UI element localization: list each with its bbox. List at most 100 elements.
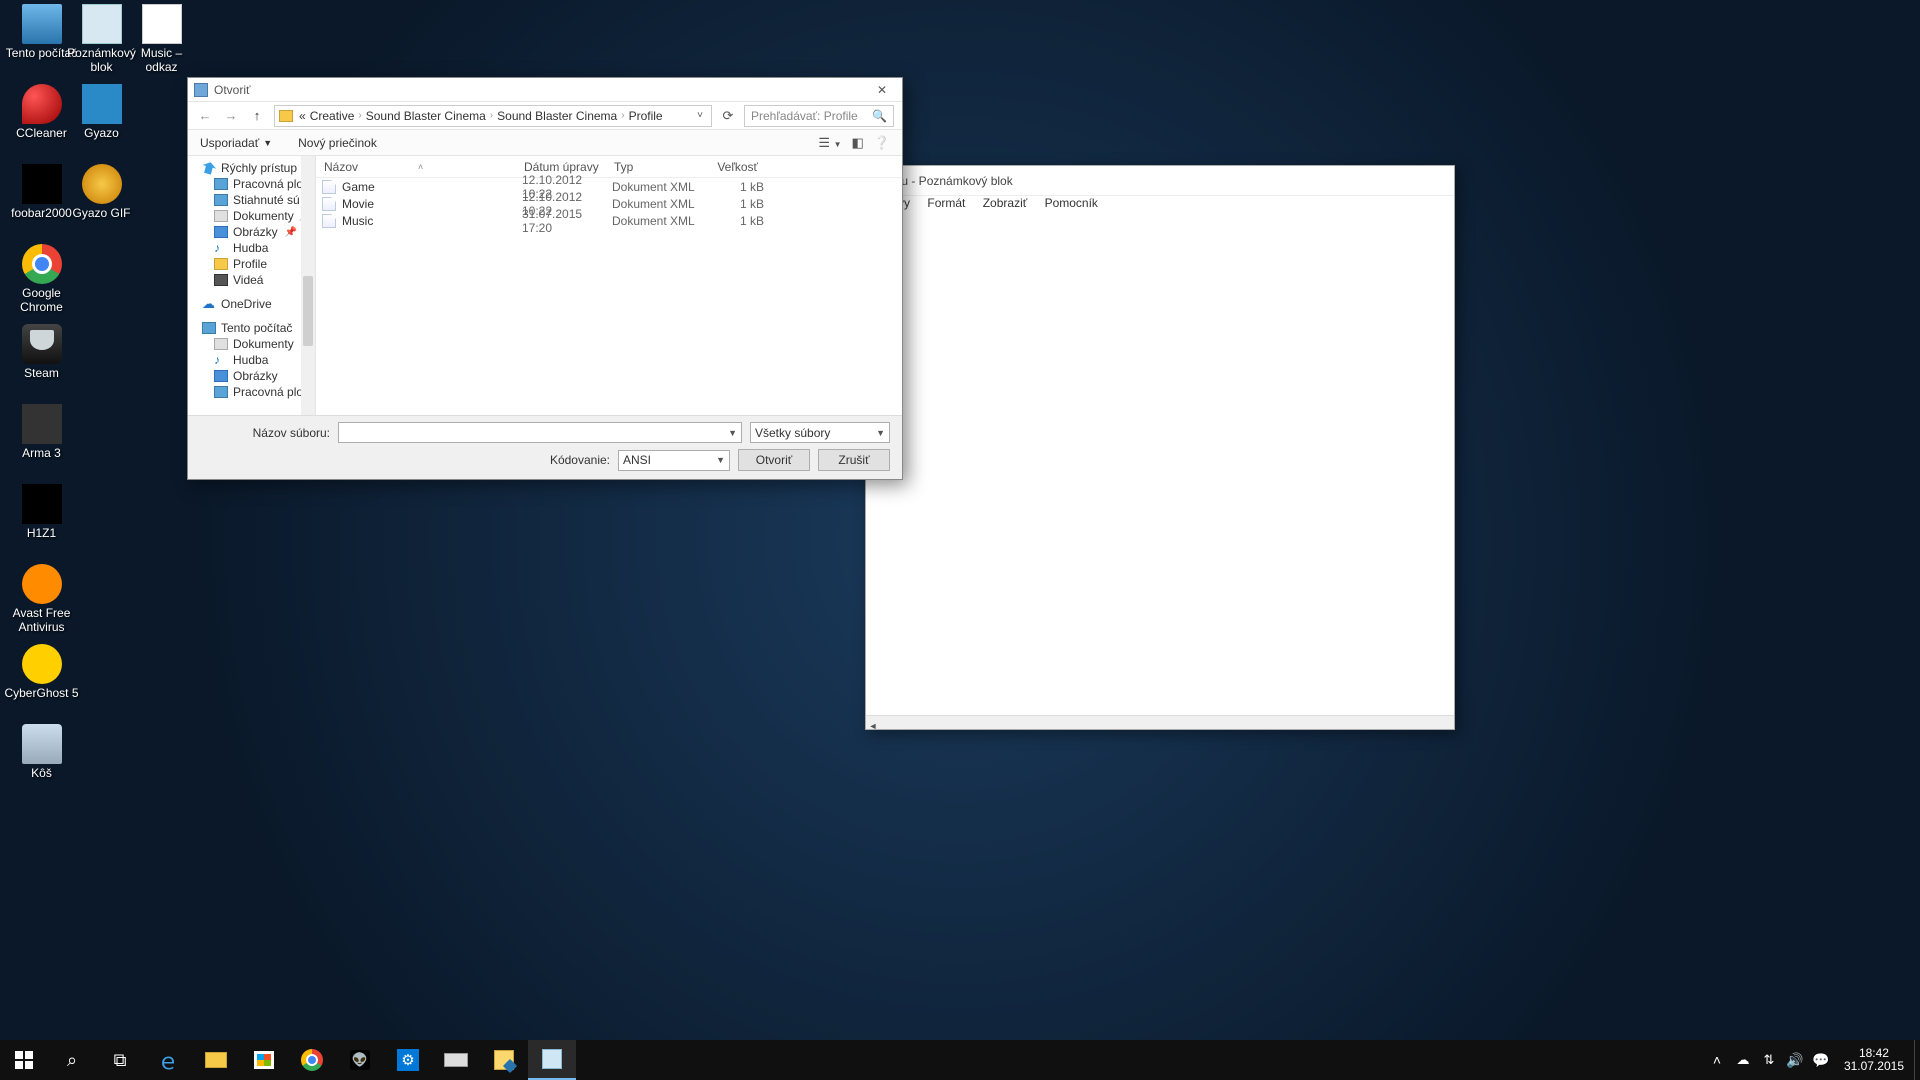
breadcrumb-seg-0[interactable]: «: [299, 109, 306, 123]
notepad-menu-format[interactable]: Formát: [927, 196, 965, 210]
desktop-icon-chrome[interactable]: Google Chrome: [4, 244, 79, 314]
desktop-icon-music-shortcut[interactable]: Music – odkaz: [124, 4, 199, 74]
organize-label: Usporiadať: [200, 136, 259, 150]
task-view-button[interactable]: ⧉: [96, 1040, 144, 1080]
desktop-icon-gyazo[interactable]: Gyazo: [64, 84, 139, 140]
desktop-icon-arma3[interactable]: Arma 3: [4, 404, 79, 460]
preview-pane-button[interactable]: ◧: [852, 135, 864, 151]
dialog-titlebar[interactable]: Otvoriť ✕: [188, 78, 902, 102]
tree-node[interactable]: ♪Hudba: [188, 352, 315, 368]
close-button[interactable]: ✕: [868, 83, 896, 97]
tray-action-center[interactable]: 💬: [1808, 1052, 1834, 1069]
breadcrumb-seg-1[interactable]: Creative: [310, 109, 355, 123]
folder-icon: [205, 1052, 227, 1068]
show-desktop-button[interactable]: [1914, 1040, 1920, 1080]
desktop-icon-label: Gyazo GIF: [64, 206, 139, 220]
notepad-text-area[interactable]: [866, 216, 1454, 715]
file-filter-select[interactable]: Všetky súbory ▼: [750, 422, 890, 443]
dialog-toolbar: Usporiadať ▼ Nový priečinok ☰ ▼ ◧ ❔: [188, 130, 902, 156]
tree-node[interactable]: Obrázky📌: [188, 224, 315, 240]
taskbar-search-button[interactable]: ⌕: [48, 1040, 96, 1080]
tree-icon: [201, 160, 218, 175]
notepad-menu-help[interactable]: Pomocník: [1045, 196, 1098, 210]
store-icon: [254, 1051, 274, 1069]
desktop-icon-avast[interactable]: Avast Free Antivirus: [4, 564, 79, 634]
start-button[interactable]: [0, 1040, 48, 1080]
tray-network-icon[interactable]: ⇅: [1756, 1052, 1782, 1068]
up-button[interactable]: ↑: [248, 107, 266, 125]
xml-file-icon: [322, 214, 336, 228]
filename-input[interactable]: ▼: [338, 422, 742, 443]
tray-onedrive-icon[interactable]: ☁: [1730, 1052, 1756, 1068]
breadcrumb-seg-2[interactable]: Sound Blaster Cinema: [366, 109, 486, 123]
forward-button[interactable]: →: [222, 107, 240, 125]
open-button[interactable]: Otvoriť: [738, 449, 810, 471]
tree-node[interactable]: ♪Hudba: [188, 240, 315, 256]
help-button[interactable]: ❔: [874, 135, 890, 151]
folder-icon: [279, 110, 293, 122]
foobar-icon: 👽: [350, 1050, 370, 1070]
taskbar-clock[interactable]: 18:42 31.07.2015: [1834, 1047, 1914, 1073]
tree-node[interactable]: Dokumenty: [188, 336, 315, 352]
tree-node[interactable]: Obrázky: [188, 368, 315, 384]
taskbar-edge[interactable]: ｅ: [144, 1040, 192, 1080]
column-date[interactable]: Dátum úpravy: [516, 160, 606, 174]
tree-node[interactable]: Pracovná plo📌: [188, 176, 315, 192]
tree-node[interactable]: Tento počítač: [188, 320, 315, 336]
encoding-label: Kódovanie:: [200, 453, 610, 467]
desktop-icon-label: Kôš: [4, 766, 79, 780]
search-input[interactable]: Prehľadávať: Profile 🔍: [744, 105, 894, 127]
dialog-title: Otvoriť: [214, 83, 251, 97]
taskbar-foobar[interactable]: 👽: [336, 1040, 384, 1080]
tree-node[interactable]: Stiahnuté sú📌: [188, 192, 315, 208]
taskbar-settings[interactable]: ⚙: [384, 1040, 432, 1080]
desktop-icon-gyazo-gif[interactable]: Gyazo GIF: [64, 164, 139, 220]
ccleaner-icon: [22, 84, 62, 124]
tree-node[interactable]: Rýchly prístup: [188, 160, 315, 176]
taskbar-store[interactable]: [240, 1040, 288, 1080]
breadcrumb-seg-3[interactable]: Sound Blaster Cinema: [497, 109, 617, 123]
desktop-icon-cyberghost[interactable]: CyberGhost 5: [4, 644, 79, 700]
taskbar-file-explorer[interactable]: [192, 1040, 240, 1080]
organize-menu[interactable]: Usporiadať ▼: [200, 136, 272, 150]
refresh-button[interactable]: ⟳: [720, 108, 736, 124]
tree-node[interactable]: Videá: [188, 272, 315, 288]
column-type[interactable]: Typ: [606, 160, 696, 174]
column-name[interactable]: Názov ˄: [316, 160, 516, 174]
tree-node[interactable]: Pracovná plocha: [188, 384, 315, 400]
notepad-window[interactable]: názvu - Poznámkový blok Úpravy Formát Zo…: [865, 165, 1455, 730]
tree-node[interactable]: Profile: [188, 256, 315, 272]
taskbar-mspaint[interactable]: [480, 1040, 528, 1080]
tree-node[interactable]: Dokumenty📌: [188, 208, 315, 224]
tree-node[interactable]: ☁OneDrive: [188, 296, 315, 312]
encoding-select[interactable]: ANSI ▼: [618, 450, 730, 471]
tree-label: Dokumenty: [233, 209, 294, 223]
desktop-icon-steam[interactable]: Steam: [4, 324, 79, 380]
taskbar-onscreen-keyboard[interactable]: [432, 1040, 480, 1080]
desktop-icon-recycle[interactable]: Kôš: [4, 724, 79, 780]
back-button[interactable]: ←: [196, 107, 214, 125]
navigation-tree[interactable]: Rýchly prístupPracovná plo📌Stiahnuté sú📌…: [188, 156, 316, 415]
chevron-right-icon: ›: [490, 110, 493, 121]
new-folder-button[interactable]: Nový priečinok: [298, 136, 377, 150]
avast-icon: [22, 564, 62, 604]
notepad-horizontal-scrollbar[interactable]: ◄: [866, 715, 1454, 729]
tree-scrollbar[interactable]: [301, 156, 315, 415]
view-options-button[interactable]: ☰ ▼: [818, 135, 841, 151]
column-size[interactable]: Veľkosť: [696, 160, 766, 174]
column-name-label: Názov: [324, 160, 358, 174]
breadcrumb-seg-4[interactable]: Profile: [629, 109, 663, 123]
tray-volume-icon[interactable]: 🔊: [1782, 1052, 1808, 1069]
file-list[interactable]: Názov ˄ Dátum úpravy Typ Veľkosť Game12.…: [316, 156, 902, 415]
breadcrumb-dropdown[interactable]: ˅: [693, 110, 707, 121]
file-row[interactable]: Music31.07.2015 17:20Dokument XML1 kB: [316, 212, 902, 229]
notepad-menu-view[interactable]: Zobraziť: [983, 196, 1028, 210]
breadcrumb-bar[interactable]: « Creative › Sound Blaster Cinema › Soun…: [274, 105, 712, 127]
taskbar-notepad[interactable]: [528, 1040, 576, 1080]
tray-overflow-button[interactable]: ˄: [1704, 1052, 1730, 1068]
scroll-left-icon[interactable]: ◄: [866, 719, 880, 733]
taskbar-chrome[interactable]: [288, 1040, 336, 1080]
gear-icon: ⚙: [397, 1049, 419, 1071]
cancel-button[interactable]: Zrušiť: [818, 449, 890, 471]
desktop-icon-h1z1[interactable]: H1Z1: [4, 484, 79, 540]
